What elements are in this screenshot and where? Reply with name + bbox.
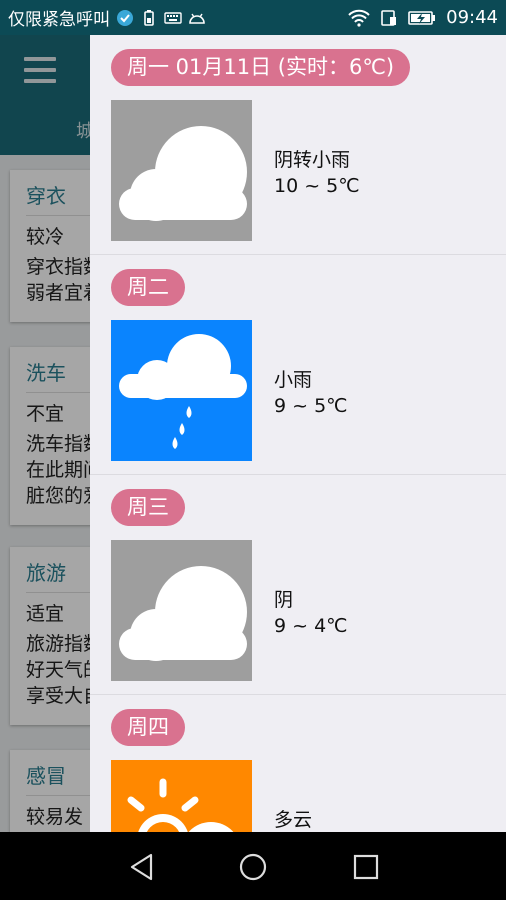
navigation-bar bbox=[0, 832, 506, 900]
weather-condition: 阴 bbox=[274, 589, 294, 611]
android-debug-icon bbox=[189, 13, 205, 24]
battery-charging-icon bbox=[408, 10, 436, 25]
day-label: 周四 bbox=[111, 709, 185, 746]
cloudy-icon bbox=[111, 540, 252, 681]
status-bar: 仅限紧急呼叫 09:44 bbox=[0, 0, 506, 35]
temperature-range: 9 ~ 4℃ bbox=[274, 615, 348, 637]
forecast-day[interactable]: 周一 01月11日 (实时：6℃) 阴转小雨 10 ~ 5℃ bbox=[90, 35, 506, 255]
forecast-day[interactable]: 周三 阴 9 ~ 4℃ bbox=[90, 475, 506, 695]
cloudy-icon bbox=[111, 100, 252, 241]
temperature-range: 9 ~ 5℃ bbox=[274, 395, 348, 417]
day-label: 周三 bbox=[111, 489, 185, 526]
weather-condition: 小雨 bbox=[274, 369, 313, 391]
battery-saver-icon bbox=[144, 9, 154, 26]
forecast-day[interactable]: 周二 小雨 9 ~ 5℃ bbox=[90, 255, 506, 475]
recents-icon[interactable] bbox=[351, 852, 381, 882]
keyboard-icon bbox=[164, 11, 182, 24]
day-label: 周一 01月11日 (实时：6℃) bbox=[111, 49, 411, 86]
wifi-icon bbox=[348, 9, 370, 27]
day-label: 周二 bbox=[111, 269, 185, 306]
home-icon[interactable] bbox=[238, 852, 268, 882]
carrier-text: 仅限紧急呼叫 bbox=[8, 10, 110, 30]
app-notification-icon bbox=[117, 9, 133, 26]
light-rain-icon bbox=[111, 320, 252, 461]
clock: 09:44 bbox=[446, 7, 498, 28]
back-icon[interactable] bbox=[127, 852, 157, 882]
temperature-range: 10 ~ 5℃ bbox=[274, 175, 360, 197]
forecast-drawer: 周一 01月11日 (实时：6℃) 阴转小雨 10 ~ 5℃ 周二 小雨 9 ~… bbox=[90, 35, 506, 832]
partly-cloudy-icon bbox=[111, 760, 252, 832]
weather-condition: 多云 bbox=[274, 809, 313, 831]
weather-condition: 阴转小雨 bbox=[274, 149, 351, 171]
forecast-day[interactable]: 周四 多云 bbox=[90, 695, 506, 832]
sim-icon bbox=[381, 9, 397, 26]
